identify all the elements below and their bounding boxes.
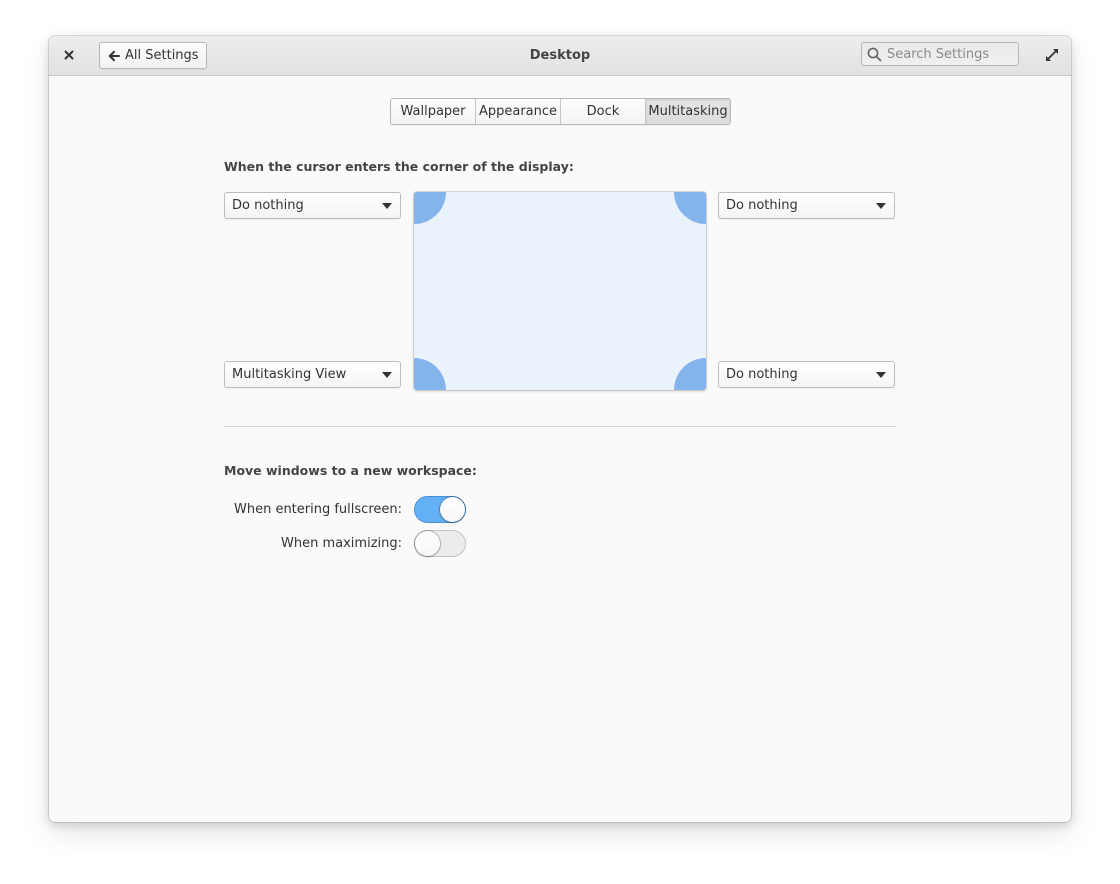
bottom-right-corner-dropdown[interactable]: Do nothing bbox=[718, 361, 895, 388]
search-icon bbox=[867, 47, 882, 62]
search-input[interactable] bbox=[887, 46, 1012, 62]
bottom-left-corner-dropdown[interactable]: Multitasking View bbox=[224, 361, 401, 388]
bottom-left-hot-corner bbox=[414, 358, 446, 390]
top-left-hot-corner bbox=[414, 192, 446, 224]
dropdown-arrow-icon bbox=[382, 372, 392, 378]
search-field[interactable] bbox=[861, 42, 1019, 66]
top-right-corner-dropdown[interactable]: Do nothing bbox=[718, 192, 895, 219]
bottom-right-hot-corner bbox=[674, 358, 706, 390]
dropdown-arrow-icon bbox=[876, 203, 886, 209]
maximizing-label: When maximizing: bbox=[281, 536, 402, 551]
all-settings-button[interactable]: All Settings bbox=[99, 42, 207, 69]
fullscreen-label: When entering fullscreen: bbox=[233, 502, 402, 517]
header-bar: All Settings Desktop bbox=[49, 36, 1071, 76]
dropdown-arrow-icon bbox=[382, 203, 392, 209]
top-left-corner-dropdown[interactable]: Do nothing bbox=[224, 192, 401, 219]
hot-corners-heading: When the cursor enters the corner of the… bbox=[224, 159, 574, 174]
bottom-left-corner-value: Multitasking View bbox=[232, 367, 347, 382]
top-right-corner-value: Do nothing bbox=[726, 198, 798, 213]
arrow-left-icon bbox=[108, 50, 120, 62]
close-button[interactable] bbox=[59, 45, 79, 65]
settings-window: All Settings Desktop Wallpaper Appearanc… bbox=[49, 36, 1071, 822]
close-icon bbox=[64, 50, 74, 60]
tab-wallpaper[interactable]: Wallpaper bbox=[391, 99, 476, 124]
tab-switcher: Wallpaper Appearance Dock Multitasking bbox=[390, 98, 731, 125]
switch-knob bbox=[415, 531, 440, 556]
bottom-right-corner-value: Do nothing bbox=[726, 367, 798, 382]
tab-dock[interactable]: Dock bbox=[561, 99, 646, 124]
dropdown-arrow-icon bbox=[876, 372, 886, 378]
maximizing-switch[interactable] bbox=[414, 530, 466, 557]
workspaces-heading: Move windows to a new workspace: bbox=[224, 463, 477, 478]
display-preview bbox=[414, 192, 706, 390]
top-right-hot-corner bbox=[674, 192, 706, 224]
switch-knob bbox=[440, 497, 465, 522]
top-left-corner-value: Do nothing bbox=[232, 198, 304, 213]
all-settings-label: All Settings bbox=[125, 48, 199, 63]
maximize-button[interactable] bbox=[1042, 45, 1062, 65]
section-separator bbox=[224, 426, 896, 427]
tab-multitasking[interactable]: Multitasking bbox=[646, 99, 730, 124]
fullscreen-switch[interactable] bbox=[414, 496, 466, 523]
maximize-icon bbox=[1046, 49, 1058, 61]
tab-appearance[interactable]: Appearance bbox=[476, 99, 561, 124]
